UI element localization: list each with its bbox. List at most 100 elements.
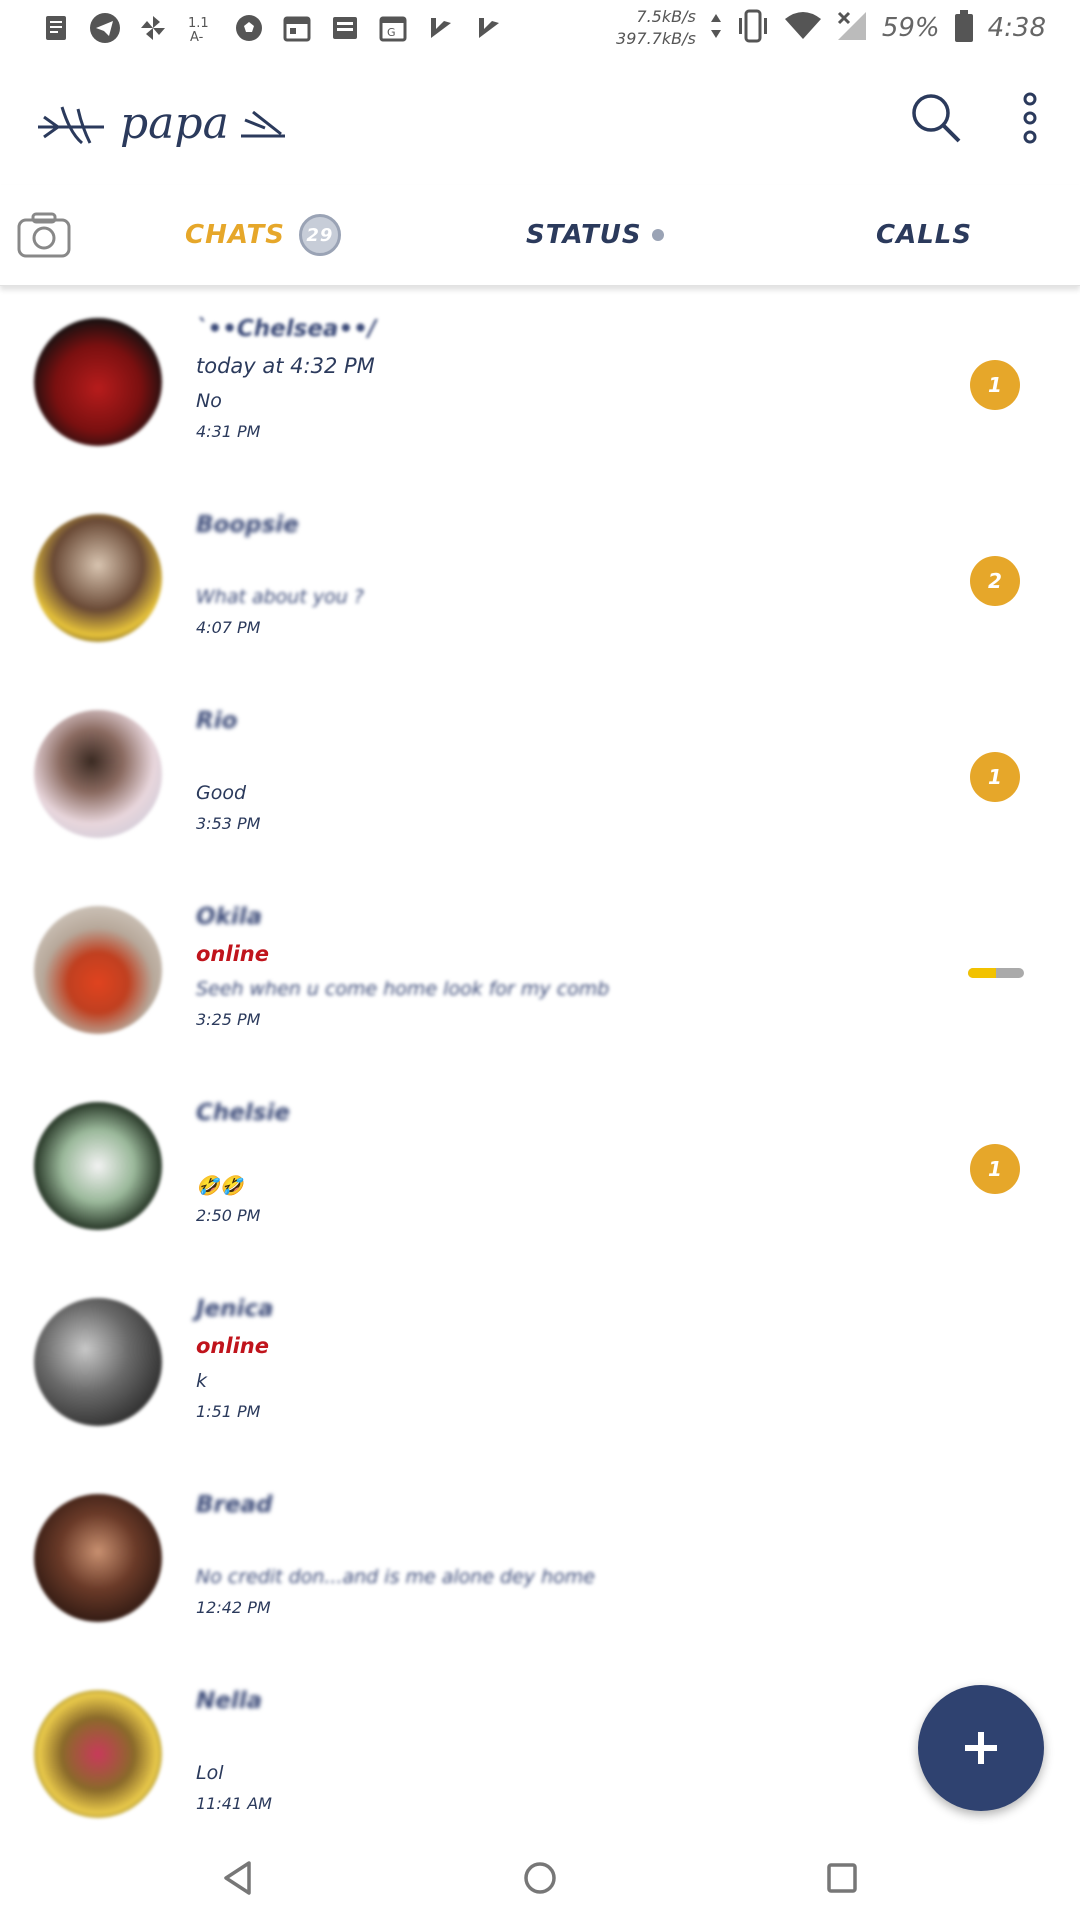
chat-row[interactable]: Okila online Seeh when u come home look …: [0, 876, 1080, 1072]
contact-name: `••Chelsea••/: [196, 316, 377, 342]
telegram-icon: [88, 11, 122, 45]
message-time: 1:51 PM: [196, 1402, 261, 1421]
soccer-ball-icon: [232, 11, 266, 45]
app-logo: papa: [34, 88, 291, 158]
message-time: 4:07 PM: [196, 618, 261, 637]
chat-row[interactable]: Boopsie What about you ? 4:07 PM 2: [0, 484, 1080, 680]
svg-text:1.1: 1.1: [188, 16, 209, 31]
tick-icon: [472, 11, 506, 45]
clock: 4:38: [987, 13, 1046, 43]
status-bar: 1.1 A- G 7.5kB/s 397.7kB/s 59% 4:38: [0, 0, 1080, 56]
notification-icons: 1.1 A- G: [40, 6, 506, 50]
message-time: 11:41 AM: [196, 1794, 272, 1813]
tab-bar: CHATS 29 STATUS CALLS: [0, 185, 1080, 286]
message-time: 4:31 PM: [196, 422, 261, 441]
tab-calls[interactable]: CALLS: [876, 185, 972, 285]
vibrate-icon: [736, 8, 770, 48]
wifi-icon: [784, 11, 822, 45]
last-message: Lol: [196, 1762, 224, 1784]
chats-count-badge: 29: [298, 214, 341, 256]
battery-icon: [954, 9, 974, 47]
unread-badge: 1: [970, 752, 1020, 802]
recents-icon: [827, 1863, 857, 1893]
avatar[interactable]: [34, 710, 162, 838]
avatar[interactable]: [34, 906, 162, 1034]
contact-name: Okila: [196, 904, 263, 930]
new-chat-button[interactable]: [918, 1685, 1044, 1811]
last-message: Seeh when u come home look for my comb: [196, 978, 610, 1000]
last-message: No credit don...and is me alone dey home: [196, 1566, 595, 1588]
tab-chats[interactable]: CHATS 29: [185, 185, 341, 285]
pinwheel-icon: [136, 11, 170, 45]
svg-text:A-: A-: [190, 30, 204, 43]
plus-icon: [965, 1732, 997, 1764]
last-message: k: [196, 1370, 208, 1392]
battery-percent: 59%: [881, 13, 940, 43]
network-speed: 7.5kB/s 397.7kB/s: [616, 6, 696, 50]
avatar[interactable]: [34, 318, 162, 446]
home-icon: [524, 1862, 556, 1894]
news-icon: [328, 11, 362, 45]
calendar-icon: [280, 11, 314, 45]
app-bar: papa: [0, 60, 1080, 180]
last-message: Good: [196, 782, 247, 804]
message-time: 2:50 PM: [196, 1206, 261, 1225]
system-indicators: 7.5kB/s 397.7kB/s 59% 4:38: [616, 4, 1046, 52]
contact-name: Jenica: [196, 1296, 274, 1322]
unread-badge: 1: [970, 360, 1020, 410]
last-message: 🤣🤣: [196, 1175, 244, 1197]
message-time: 3:25 PM: [196, 1010, 261, 1029]
avatar[interactable]: [34, 1690, 162, 1818]
contact-name: Bread: [196, 1492, 273, 1518]
more-vert-icon: [1023, 92, 1037, 144]
reader-icon: [40, 11, 74, 45]
online-status: online: [196, 1334, 269, 1358]
net-up-speed: 7.5kB/s: [636, 7, 696, 26]
svg-text:G: G: [387, 26, 396, 39]
typing-progress-bar: [968, 968, 1024, 978]
search-button[interactable]: [904, 86, 968, 150]
chat-row[interactable]: `••Chelsea••/ today at 4:32 PM No 4:31 P…: [0, 288, 1080, 484]
typing-progress-fill: [968, 968, 996, 978]
avatar[interactable]: [34, 1298, 162, 1426]
online-status: online: [196, 942, 269, 966]
last-message: No: [196, 390, 222, 412]
tab-status-label: STATUS: [526, 220, 642, 250]
recents-button[interactable]: [818, 1854, 866, 1902]
avatar[interactable]: [34, 1494, 162, 1622]
chat-row[interactable]: Chelsie 🤣🤣 2:50 PM 1: [0, 1072, 1080, 1268]
message-time: 12:42 PM: [196, 1598, 271, 1617]
contact-name: Boopsie: [196, 512, 299, 538]
text-size-icon: 1.1 A-: [184, 11, 218, 45]
tab-chats-label: CHATS: [185, 220, 285, 250]
tab-status[interactable]: STATUS: [526, 185, 664, 285]
net-down-speed: 397.7kB/s: [616, 29, 696, 48]
unread-badge: 1: [970, 1144, 1020, 1194]
no-signal-icon: [836, 10, 868, 46]
google-calendar-icon: G: [376, 11, 410, 45]
back-button[interactable]: [214, 1854, 262, 1902]
last-seen: today at 4:32 PM: [196, 354, 375, 378]
last-message: What about you ?: [196, 586, 364, 608]
chat-row[interactable]: Rio Good 3:53 PM 1: [0, 680, 1080, 876]
avatar[interactable]: [34, 1102, 162, 1230]
home-button[interactable]: [516, 1854, 564, 1902]
updown-arrow-icon: [710, 12, 722, 44]
unread-badge: 2: [970, 556, 1020, 606]
contact-name: Nella: [196, 1688, 263, 1714]
avatar[interactable]: [34, 514, 162, 642]
chat-row[interactable]: Jenica online k 1:51 PM: [0, 1268, 1080, 1464]
contact-name: Chelsie: [196, 1100, 290, 1126]
chat-list: `••Chelsea••/ today at 4:32 PM No 4:31 P…: [0, 288, 1080, 1828]
camera-icon: [17, 212, 71, 258]
status-new-dot: [651, 229, 664, 241]
logo-arrow-tail-icon: [240, 110, 285, 138]
contact-name: Rio: [196, 708, 238, 734]
tick-icon: [424, 11, 458, 45]
search-icon: [912, 94, 961, 143]
tab-camera[interactable]: [16, 207, 72, 263]
app-title: papa: [120, 97, 229, 149]
more-options-button[interactable]: [998, 86, 1062, 150]
chat-row[interactable]: Bread No credit don...and is me alone de…: [0, 1464, 1080, 1660]
navigation-bar: [0, 1836, 1080, 1920]
